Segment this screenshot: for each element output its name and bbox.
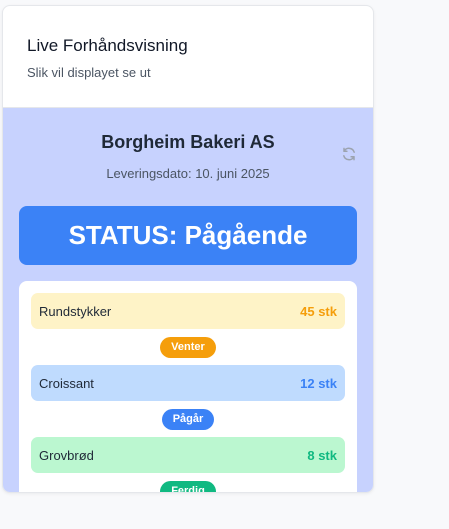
product-quantity: 12 stk xyxy=(300,375,337,391)
card-subtitle: Slik vil displayet se ut xyxy=(27,65,151,80)
product-list: Rundstykker 45 stk Venter Croissant 12 s… xyxy=(19,281,357,492)
card-title: Live Forhåndsvisning xyxy=(27,36,188,55)
product-row: Rundstykker 45 stk xyxy=(31,293,345,329)
status-badge: Ferdig xyxy=(160,480,216,492)
display-preview: Borgheim Bakeri AS Leveringsdato: 10. ju… xyxy=(3,108,373,492)
refresh-icon[interactable] xyxy=(341,146,357,162)
live-preview-card: Live Forhåndsvisning Slik vil displayet … xyxy=(2,5,374,493)
product-name: Rundstykker xyxy=(39,303,112,319)
status-badge: Pågår xyxy=(161,408,215,430)
delivery-date: Leveringsdato: 10. juni 2025 xyxy=(106,166,270,181)
status-banner: STATUS: Pågående xyxy=(19,206,357,265)
product-row: Grovbrød 8 stk xyxy=(31,437,345,473)
product-name: Croissant xyxy=(39,375,94,391)
company-name: Borgheim Bakeri AS xyxy=(101,132,275,152)
product-quantity: 45 stk xyxy=(300,303,337,319)
card-header: Live Forhåndsvisning Slik vil displayet … xyxy=(3,6,373,108)
product-quantity: 8 stk xyxy=(307,447,337,463)
product-row: Croissant 12 stk xyxy=(31,365,345,401)
product-name: Grovbrød xyxy=(39,447,94,463)
status-badge: Venter xyxy=(160,336,216,358)
